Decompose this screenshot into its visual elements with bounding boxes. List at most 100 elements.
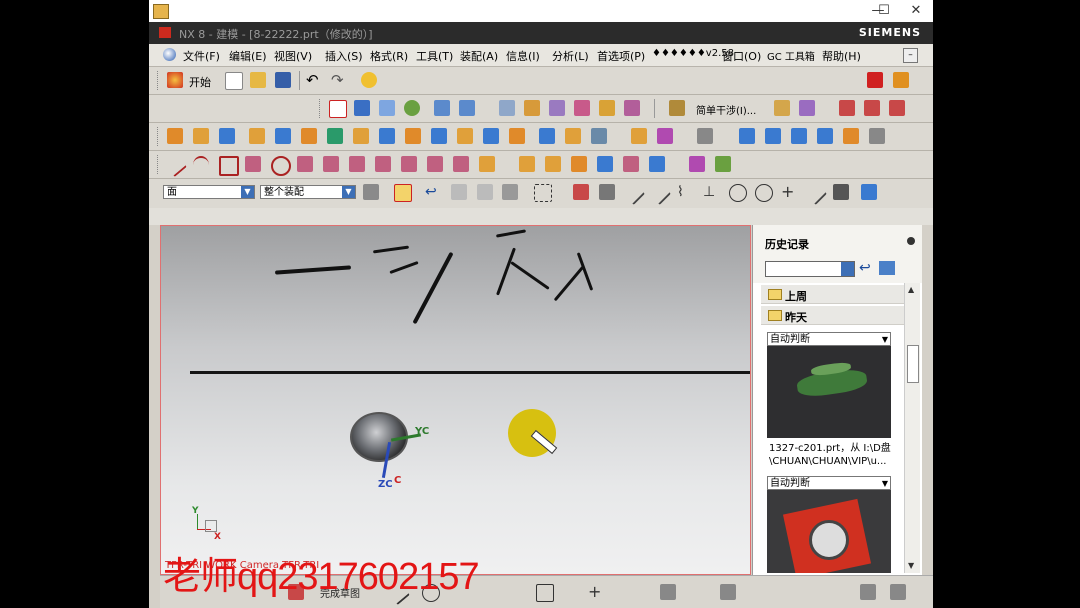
pointer-icon[interactable] [502,184,518,200]
boss-icon[interactable] [275,128,291,144]
line-tool-icon[interactable] [163,152,187,178]
bridge-curve-icon[interactable] [401,156,417,172]
menu-file[interactable]: 文件(F) [183,48,220,64]
save-icon[interactable] [275,72,291,88]
interference-icon[interactable] [669,100,685,116]
shaded-icon[interactable] [354,100,370,116]
palette-icon[interactable] [879,261,895,275]
rectangle-tool-icon[interactable] [219,156,239,176]
block-icon[interactable] [219,128,235,144]
section-icon[interactable] [524,100,540,116]
history-entry-mode-select[interactable]: 自动判断 ▼ [767,332,891,346]
intersect-icon[interactable] [457,128,473,144]
open-folder-icon[interactable] [250,72,266,88]
clip-icon[interactable] [549,100,565,116]
settings-icon[interactable] [361,72,377,88]
menu-info[interactable]: 信息(I) [506,48,540,64]
sketch-constraint-icon[interactable] [720,584,736,600]
helix-icon[interactable] [479,156,495,172]
maximize-button[interactable]: ☐ [871,2,897,20]
arc-tool-icon[interactable] [193,156,209,174]
intersect-curve-icon[interactable] [375,156,391,172]
ellipse-tool-icon[interactable] [271,156,291,176]
history-scrollbar[interactable]: ▲ ▼ [904,283,920,573]
draft-icon[interactable] [591,128,607,144]
measure-distance-icon[interactable] [774,100,790,116]
scale-icon[interactable] [649,156,665,172]
emboss-icon[interactable] [571,156,587,172]
redo-icon[interactable]: ↷ [331,72,347,88]
restore-doc-button[interactable]: – [903,48,918,63]
snap-existing-icon[interactable] [802,180,828,206]
groove-icon[interactable] [379,128,395,144]
close-button[interactable]: ✕ [903,2,929,20]
component-icon[interactable] [477,184,493,200]
through-curves-icon[interactable] [765,128,781,144]
menu-help[interactable]: 帮助(H) [822,48,861,64]
fit-icon[interactable] [329,100,347,118]
sew-icon[interactable] [843,128,859,144]
wireframe-icon[interactable] [379,100,395,116]
snap-point-icon[interactable] [394,184,412,202]
move-face-icon[interactable] [697,128,713,144]
snap-perp-icon[interactable]: ⊥ [703,184,719,200]
thicken-icon[interactable] [597,156,613,172]
box-select-icon[interactable] [451,184,467,200]
snap-center-icon[interactable] [729,184,747,202]
rect-select-icon[interactable] [534,184,552,202]
start-icon[interactable] [167,72,183,88]
new-file-icon[interactable] [225,72,243,90]
library-icon[interactable] [893,72,909,88]
undo-icon[interactable]: ↶ [306,72,322,88]
render-icon[interactable] [689,156,705,172]
patch-icon[interactable] [869,128,885,144]
scope-select[interactable]: 整个装配 ▼ [260,185,356,199]
menu-tools[interactable]: 工具(T) [416,48,453,64]
surface-icon[interactable] [739,128,755,144]
text-curve-icon[interactable] [453,156,469,172]
orient-icon[interactable] [434,100,450,116]
snap-face-icon[interactable] [833,184,849,200]
extract-icon[interactable] [519,156,535,172]
back-icon[interactable]: ↩ [859,260,871,276]
snap-intersection-icon[interactable]: + [781,184,797,200]
show-body-icon[interactable] [861,184,877,200]
info-icon[interactable] [799,100,815,116]
select-filter-icon[interactable] [363,184,379,200]
offset-face-icon[interactable] [539,128,555,144]
history-group-yesterday[interactable]: 昨天 [761,306,904,325]
sketch-point-icon[interactable]: + [588,584,604,600]
pin-icon[interactable] [907,237,915,245]
slot-icon[interactable] [353,128,369,144]
part-navigator-icon[interactable] [867,72,883,88]
history-group-last-week[interactable]: 上周 [761,285,904,304]
sketch-display-icon[interactable] [890,584,906,600]
spline-tool-icon[interactable] [297,156,313,172]
type-filter-select[interactable]: 面 ▼ [163,185,255,199]
history-thumbnail[interactable] [767,490,891,573]
pocket-icon[interactable] [301,128,317,144]
offset-curve-icon[interactable] [323,156,339,172]
snap-line-icon[interactable] [620,180,646,206]
scroll-thumb[interactable] [907,345,919,383]
chamfer-icon[interactable] [657,128,673,144]
history-thumbnail[interactable] [767,346,891,438]
project-curve-icon[interactable] [349,156,365,172]
menu-view[interactable]: 视图(V) [274,48,312,64]
sketch-rect-icon[interactable] [536,584,554,602]
subtract-icon[interactable] [431,128,447,144]
history-filter-dropdown[interactable] [765,261,855,277]
trim-curve-icon[interactable] [623,156,639,172]
snap-quadrant-icon[interactable] [755,184,773,202]
join-curve-icon[interactable] [427,156,443,172]
sphere-icon[interactable] [404,100,420,116]
unite-icon[interactable] [405,128,421,144]
analysis-icon[interactable] [599,100,615,116]
line-icon[interactable] [864,100,880,116]
curve-icon[interactable] [839,100,855,116]
pad-icon[interactable] [327,128,343,144]
simple-interference-button[interactable]: 简单干涉(I)... [696,102,756,117]
history-entry-mode-select[interactable]: 自动判断 ▼ [767,476,891,490]
split-body-icon[interactable] [509,128,525,144]
snap-tangent-icon[interactable] [646,180,672,206]
